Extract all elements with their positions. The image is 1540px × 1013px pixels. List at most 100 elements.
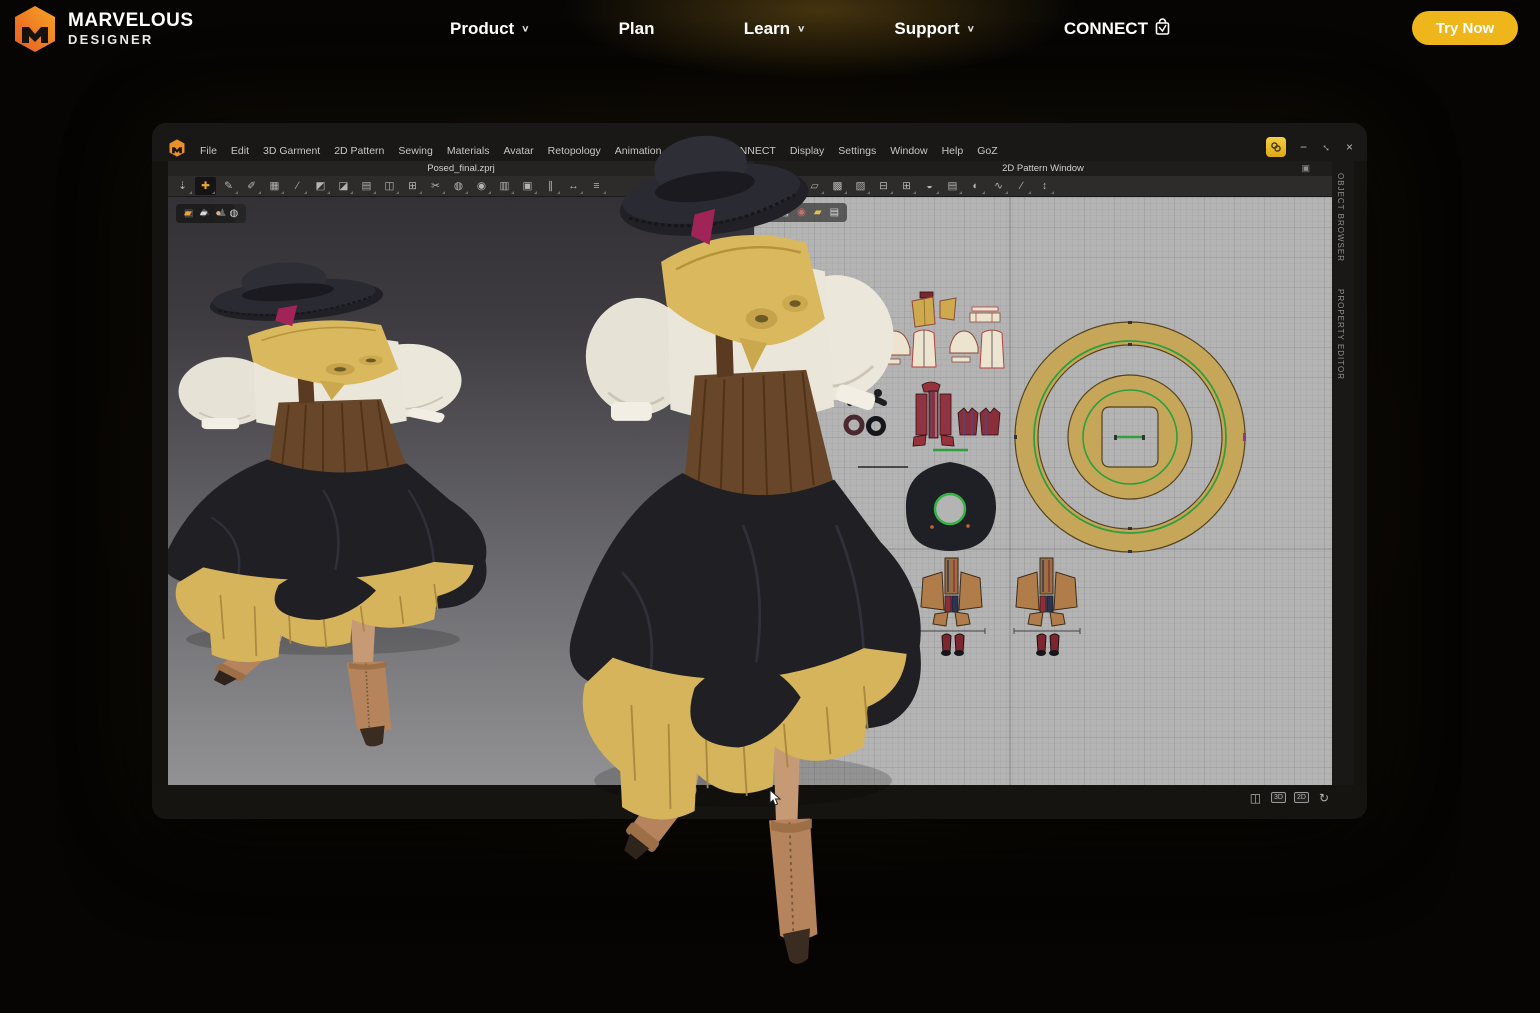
nav-item-product[interactable]: Product ∨ — [450, 19, 529, 39]
menu-item[interactable]: Render — [675, 145, 709, 157]
side-tab-strip: OBJECT BROWSER PROPERTY EDITOR — [1332, 161, 1354, 785]
pattern-hat-crown-piece[interactable] — [906, 462, 996, 551]
nav-item-learn[interactable]: Learn ∨ — [744, 19, 805, 39]
transform-pattern-tool-icon[interactable]: ◣ — [758, 177, 779, 195]
sphere-view-icon[interactable]: ◍ — [229, 209, 238, 219]
pattern-yellow-icon[interactable]: ▰ — [814, 208, 822, 218]
fold-tool-icon[interactable]: ◩ — [310, 177, 331, 195]
viewport-3d[interactable]: ◆◆ ▤✎♟ ▰▰●◍ — [168, 197, 754, 785]
menu-item[interactable]: 2D Pattern — [334, 145, 384, 157]
badge-glyph-icon — [1270, 141, 1282, 153]
polygon-tool-icon[interactable]: ▱ — [804, 177, 825, 195]
menu-item[interactable]: Sewing — [398, 145, 432, 157]
pin-ball-tool-icon[interactable]: ◍ — [448, 177, 469, 195]
menu-item[interactable]: Settings — [838, 145, 876, 157]
menu-item[interactable]: Window — [890, 145, 927, 157]
garment-tool-icon[interactable]: ▤ — [356, 177, 377, 195]
pleat-tool-icon[interactable]: ◐ — [965, 177, 986, 195]
fabric-tool-icon[interactable]: ▦ — [264, 177, 285, 195]
head-view-icon[interactable]: ● — [215, 209, 221, 219]
sync-view-icon[interactable]: ↻ — [1317, 792, 1331, 803]
grid-tool-icon[interactable]: ⊞ — [402, 177, 423, 195]
viewport-2d-pattern[interactable]: ∕ ▤ ◉ ▰ ▤ — [754, 197, 1332, 785]
quickbar-3d-group-3: ▰ ▰ ● ◍ — [176, 204, 246, 223]
flip-tool-icon[interactable]: ↕ — [1034, 177, 1055, 195]
garment-3d-small — [168, 252, 494, 750]
pattern-corset-pieces[interactable] — [913, 382, 1000, 446]
frame-tool-icon[interactable]: ▣ — [517, 177, 538, 195]
scissors-tool-icon[interactable]: ✂ — [425, 177, 446, 195]
alert-badge-icon[interactable]: ◉ — [797, 208, 806, 218]
menu-item[interactable]: Materials — [447, 145, 490, 157]
menu-item[interactable]: Help — [942, 145, 964, 157]
pattern-blouse-pieces[interactable] — [878, 330, 1004, 368]
pattern-kerchief-pieces[interactable] — [912, 292, 1000, 327]
pattern-window-header[interactable]: 2D Pattern Window ▣ — [754, 161, 1332, 176]
menu-item[interactable]: GoZ — [977, 145, 997, 157]
view-3d-toggle[interactable]: 3D — [1271, 792, 1286, 803]
pattern-accessory-pieces[interactable] — [846, 389, 884, 434]
menu-item[interactable]: File — [200, 145, 217, 157]
measure-tool-icon[interactable]: ↔ — [563, 177, 584, 195]
pattern-colored-icon[interactable]: ▰ — [184, 209, 192, 219]
chevron-down-icon: ∨ — [521, 23, 529, 33]
split-view-icon[interactable]: ◫ — [1248, 792, 1263, 803]
menu-item[interactable]: Edit — [231, 145, 249, 157]
hatch-tool-icon[interactable]: ▥ — [494, 177, 515, 195]
pen-tool-icon[interactable]: ✎ — [218, 177, 239, 195]
minimize-button[interactable]: − — [1300, 141, 1307, 153]
simulate-tool-icon[interactable]: ⇣ — [172, 177, 193, 195]
shirt-white-icon[interactable]: ▤ — [780, 208, 789, 218]
project-title: Posed_final.zprj — [427, 163, 495, 174]
nav-label-support: Support — [894, 19, 959, 39]
brush-tool-icon[interactable]: ✐ — [241, 177, 262, 195]
menu-item[interactable]: Retopology — [548, 145, 601, 157]
mouse-cursor — [769, 790, 781, 806]
toolbar-2d: ◣ △ ▱ ▩ ▨ ⊟ ⊞ ◒ ▤ ◐ ∿ ∕ ↕ — [754, 176, 1332, 197]
pattern-boot-left[interactable] — [919, 558, 985, 656]
menu-item[interactable]: Animation — [615, 145, 662, 157]
rails-tool-icon[interactable]: ∥ — [540, 177, 561, 195]
pattern-window-title: 2D Pattern Window — [1002, 163, 1084, 174]
menu-item[interactable]: Avatar — [503, 145, 533, 157]
shirt-export-icon[interactable]: ▤ — [830, 208, 839, 218]
pattern-circle-pieces[interactable] — [1014, 321, 1246, 553]
edit-pattern-tool-icon[interactable]: △ — [781, 177, 802, 195]
menu-item[interactable]: CONNECT — [724, 145, 776, 157]
menu-item[interactable]: Display — [790, 145, 824, 157]
page-background: { "header": { "logo": { "title": "MARVEL… — [0, 0, 1540, 1013]
shirt-tool-icon[interactable]: ▤ — [942, 177, 963, 195]
tab-property-editor[interactable]: PROPERTY EDITOR — [1336, 289, 1345, 380]
close-button[interactable]: × — [1346, 141, 1353, 153]
line-tool-icon[interactable]: ∕ — [1011, 177, 1032, 195]
seam-tool-icon[interactable]: ⊟ — [873, 177, 894, 195]
stylus-icon[interactable]: ∕ — [770, 208, 772, 218]
panel-tool-icon[interactable]: ◫ — [379, 177, 400, 195]
popout-window-icon[interactable]: ▣ — [1301, 163, 1310, 174]
tab-object-browser[interactable]: OBJECT BROWSER — [1336, 173, 1345, 262]
pin-tool-icon[interactable]: ∕ — [287, 177, 308, 195]
view-2d-toggle[interactable]: 2D — [1294, 792, 1309, 803]
avatar-tool-icon[interactable]: ≡ — [586, 177, 607, 195]
nav-item-connect[interactable]: CONNECT — [1064, 19, 1170, 39]
menu-item[interactable]: 3D Garment — [263, 145, 320, 157]
wave-tool-icon[interactable]: ∿ — [988, 177, 1009, 195]
connect-badge-icon[interactable] — [1266, 137, 1286, 157]
brand-logo-text: MARVELOUS DESIGNER — [68, 11, 194, 46]
try-now-button[interactable]: Try Now — [1412, 11, 1518, 45]
dart-tool-icon[interactable]: ◒ — [919, 177, 940, 195]
brand-logo[interactable]: MARVELOUS DESIGNER — [12, 5, 194, 53]
move-tool-icon[interactable]: ✚ — [195, 177, 216, 195]
grading-tool-icon[interactable]: ⊞ — [896, 177, 917, 195]
drape-tool-icon[interactable]: ◪ — [333, 177, 354, 195]
toolbar-3d: ⇣ ✚ ✎ ✐ ▦ ∕ ◩ ◪ ▤ ◫ ⊞ ✂ ◍ ◉ ▥ ▣ — [168, 176, 754, 197]
target-tool-icon[interactable]: ◉ — [471, 177, 492, 195]
app-bottombar: ◫ 3D 2D ↻ — [152, 785, 1367, 819]
nav-item-support[interactable]: Support ∨ — [894, 19, 974, 39]
pattern-gray-icon[interactable]: ▰ — [200, 209, 208, 219]
texture-tool-icon[interactable]: ▩ — [827, 177, 848, 195]
maximize-button[interactable]: ↔ — [1319, 139, 1335, 155]
nav-item-plan[interactable]: Plan — [619, 19, 655, 39]
pattern-boot-right[interactable] — [1014, 558, 1080, 656]
notch-tool-icon[interactable]: ▨ — [850, 177, 871, 195]
